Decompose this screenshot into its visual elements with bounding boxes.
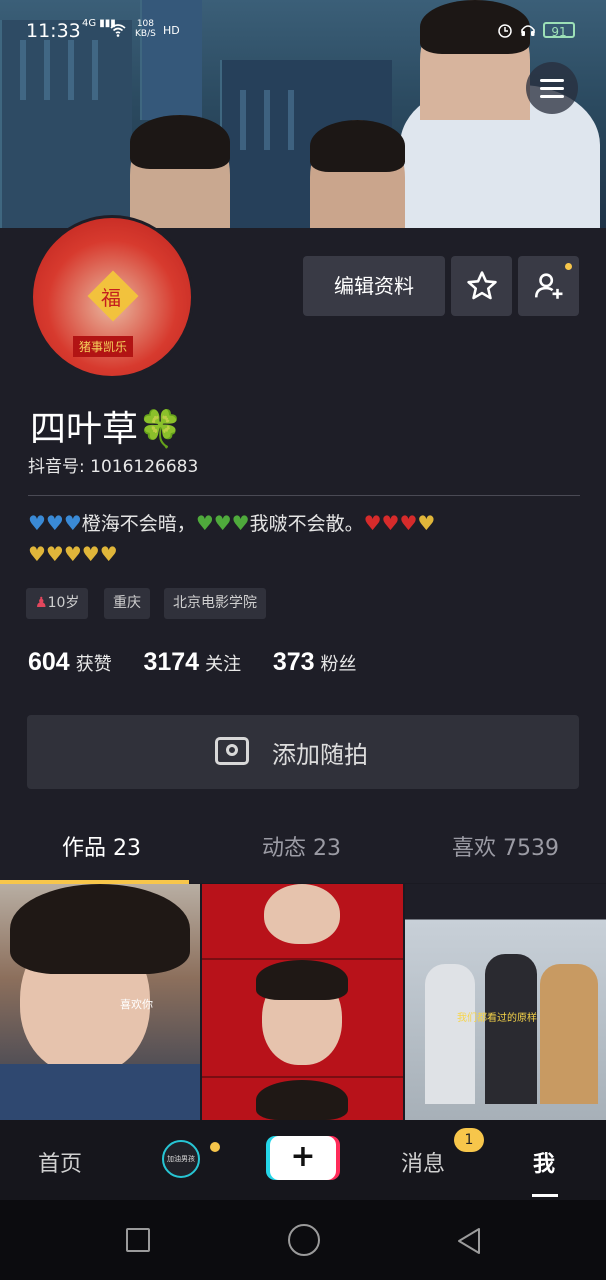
messages-badge: 1 bbox=[454, 1128, 484, 1152]
thumb-person bbox=[485, 954, 537, 1104]
status-bar: 11:33 4G ▮▮▮ 108 KB/S HD 91 bbox=[0, 0, 606, 60]
system-nav-bar bbox=[0, 1200, 606, 1280]
yellow-heart-icon: ♥ bbox=[417, 511, 436, 535]
thumb-person bbox=[425, 964, 475, 1104]
green-heart-icon: ♥♥♥ bbox=[195, 511, 250, 535]
gender-female-icon: ♟ bbox=[35, 595, 48, 611]
menu-button[interactable] bbox=[526, 62, 578, 114]
video-thumbnail[interactable]: 我们都看过的原样 bbox=[405, 884, 606, 1120]
add-snapshot-label: 添加随拍 bbox=[272, 741, 368, 769]
nav-home[interactable]: 首页 bbox=[38, 1146, 82, 1178]
bio-text: 我啵不会散。 bbox=[249, 513, 364, 535]
menu-icon bbox=[540, 79, 564, 82]
thumb-caption: 我们都看过的原样 bbox=[457, 1013, 537, 1024]
tag-location: 重庆 bbox=[104, 588, 150, 619]
yellow-heart-icon: ♥♥♥♥♥ bbox=[28, 542, 118, 566]
thumb-caption: 喜欢你 bbox=[120, 998, 153, 1011]
menu-icon bbox=[540, 87, 564, 90]
tag-age: ♟10岁 bbox=[26, 588, 89, 619]
wifi-icon bbox=[110, 24, 126, 37]
blue-heart-icon: ♥♥♥ bbox=[28, 511, 82, 535]
notification-dot bbox=[210, 1142, 220, 1152]
headphones-icon bbox=[521, 25, 535, 36]
stat-likes[interactable]: 604 获赞 bbox=[28, 648, 112, 676]
thumb-hair bbox=[256, 1080, 348, 1120]
network-speed: 108 KB/S bbox=[135, 19, 156, 39]
recent-apps-icon[interactable] bbox=[126, 1228, 150, 1252]
divider bbox=[28, 495, 580, 496]
tag-school: 北京电影学院 bbox=[164, 588, 266, 619]
avatar-fu-text: 福 bbox=[101, 286, 121, 310]
video-thumbnail[interactable]: 喜欢你 bbox=[0, 884, 200, 1120]
thumb-jacket bbox=[0, 1064, 200, 1120]
status-time: 11:33 bbox=[26, 20, 81, 42]
hd-indicator: HD bbox=[163, 24, 180, 37]
create-button[interactable]: + bbox=[270, 1136, 336, 1180]
avatar-caption: 猪事凯乐 bbox=[73, 336, 134, 357]
thumb-face bbox=[264, 884, 340, 944]
tab-likes[interactable]: 喜欢 7539 bbox=[452, 830, 559, 862]
battery-indicator: 91 bbox=[543, 22, 575, 39]
add-friend-button[interactable] bbox=[518, 256, 579, 316]
banner-person bbox=[130, 115, 230, 228]
bottom-nav: 首页 加油男孩 + 消息 1 我 bbox=[0, 1120, 606, 1200]
red-heart-icon: ♥♥♥ bbox=[363, 511, 418, 535]
thumb-hair bbox=[10, 884, 190, 974]
stat-followers[interactable]: 373 粉丝 bbox=[273, 648, 357, 676]
back-icon[interactable] bbox=[455, 1226, 483, 1256]
stat-following[interactable]: 3174 关注 bbox=[143, 648, 241, 676]
camera-icon bbox=[215, 737, 249, 765]
menu-icon bbox=[540, 95, 564, 98]
tab-works[interactable]: 作品 23 bbox=[62, 830, 141, 862]
avatar[interactable]: 福 猪事凯乐 bbox=[30, 215, 194, 379]
bio-text: 橙海不会暗， bbox=[81, 513, 196, 535]
alarm-icon bbox=[498, 24, 512, 38]
star-icon bbox=[466, 271, 497, 300]
tab-dynamics[interactable]: 动态 23 bbox=[262, 830, 341, 862]
profile-stats: 604 获赞 3174 关注 373 粉丝 bbox=[28, 648, 383, 677]
profile-nickname: 四叶草🍀 bbox=[30, 409, 183, 450]
favorites-button[interactable] bbox=[451, 256, 512, 316]
nav-messages[interactable]: 消息 bbox=[401, 1146, 445, 1178]
banner-window bbox=[240, 90, 246, 150]
home-icon[interactable] bbox=[288, 1224, 320, 1256]
video-thumbnail[interactable] bbox=[202, 884, 403, 1120]
banner-window bbox=[264, 90, 270, 150]
edit-profile-button[interactable]: 编辑资料 bbox=[303, 256, 445, 316]
thumb-hair bbox=[256, 960, 348, 1000]
douyin-id[interactable]: 抖音号: 1016126683 bbox=[28, 452, 198, 477]
live-circle-button[interactable]: 加油男孩 bbox=[162, 1140, 200, 1178]
banner-window bbox=[288, 90, 294, 150]
nav-me[interactable]: 我 bbox=[533, 1146, 555, 1178]
notification-dot bbox=[565, 263, 572, 270]
profile-bio: ♥♥♥橙海不会暗，♥♥♥我啵不会散。♥♥♥♥ ♥♥♥♥♥ bbox=[28, 508, 578, 570]
banner-person bbox=[310, 120, 405, 228]
thumb-divider bbox=[202, 1076, 403, 1078]
add-snapshot-button[interactable]: 添加随拍 bbox=[27, 715, 579, 789]
thumb-person bbox=[540, 964, 598, 1104]
add-user-icon bbox=[534, 273, 562, 299]
nav-indicator bbox=[532, 1194, 558, 1197]
